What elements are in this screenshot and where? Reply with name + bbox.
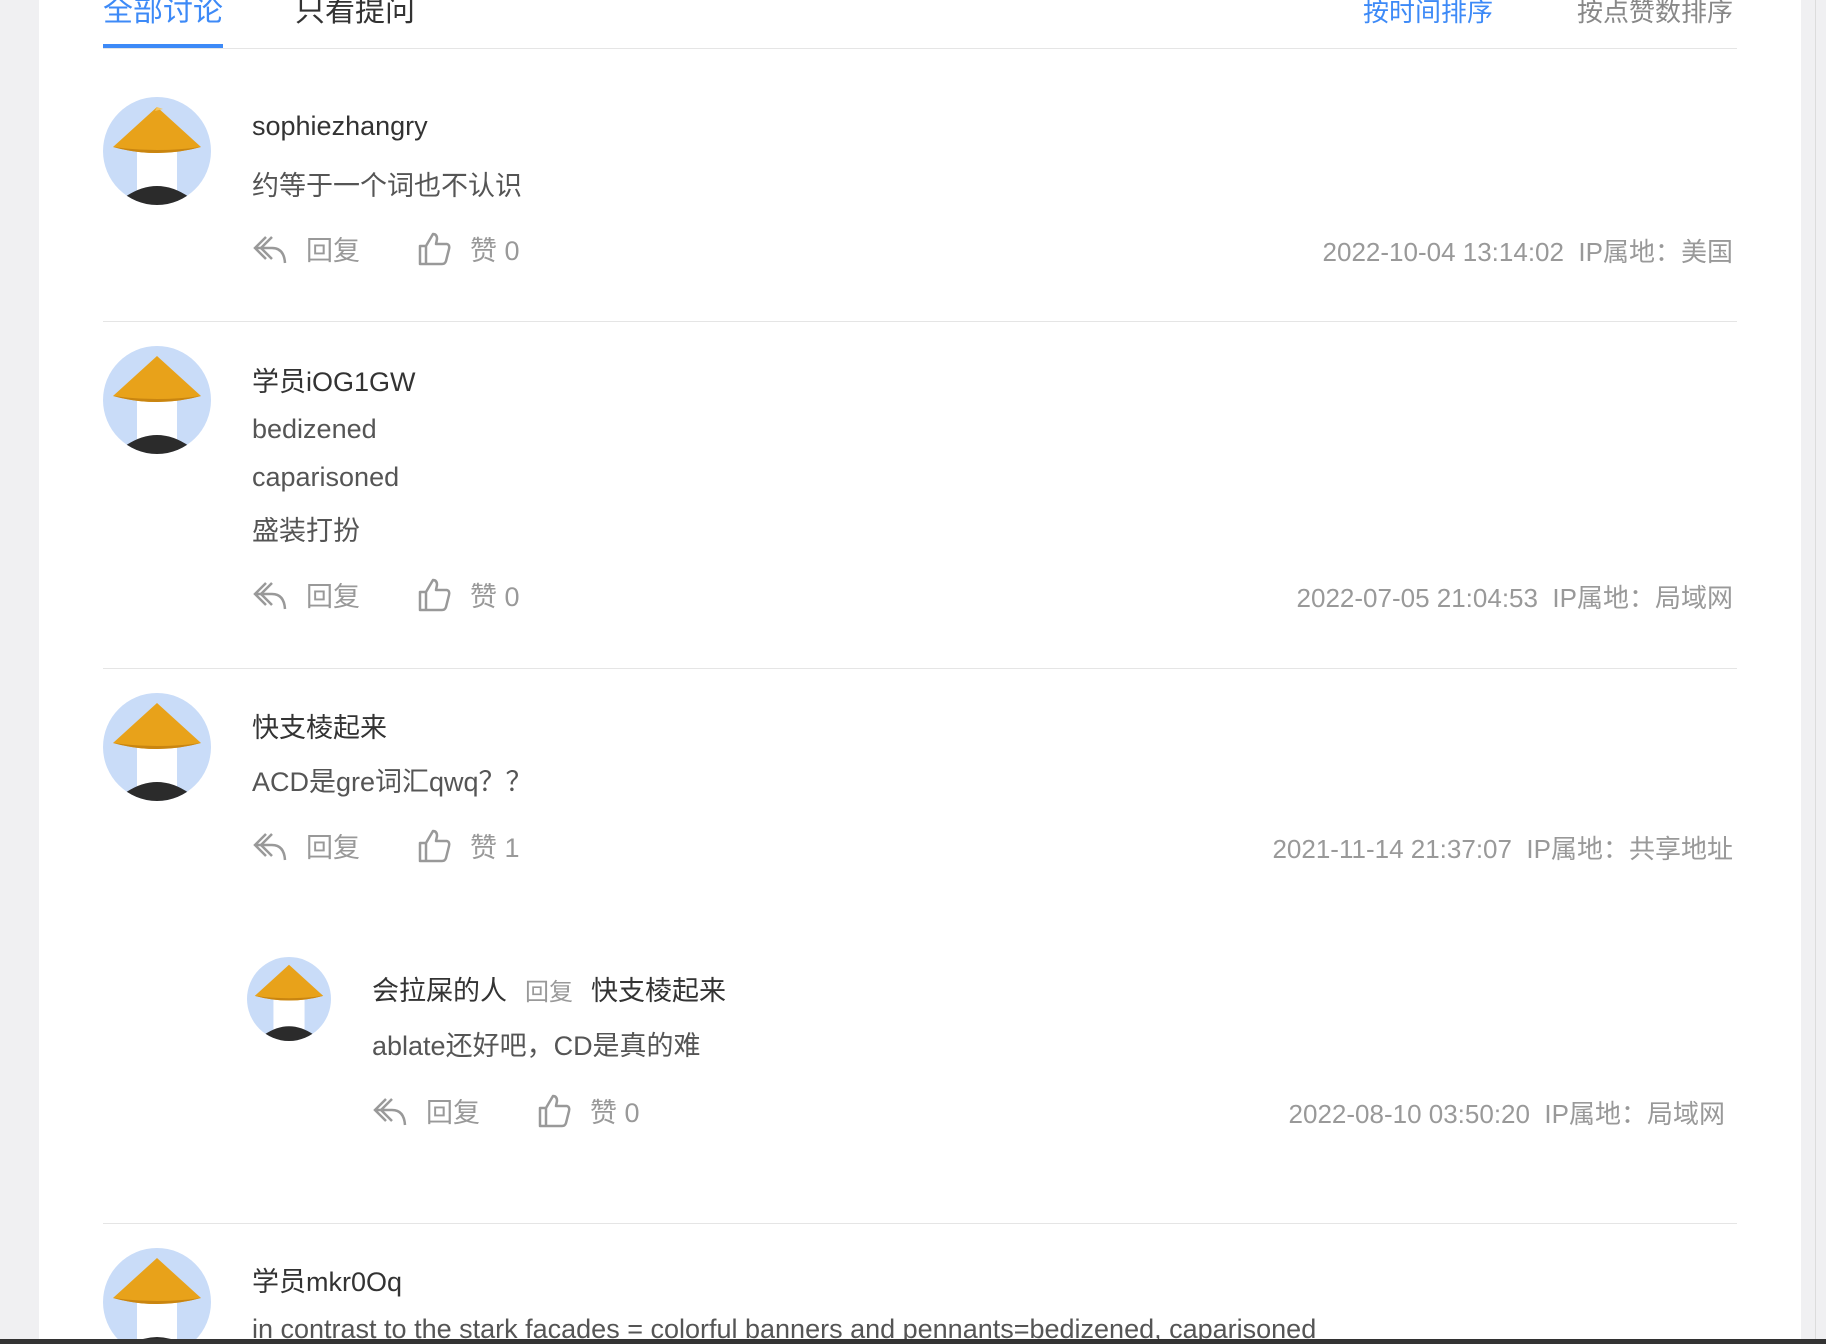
thumbs-up-icon — [538, 1094, 571, 1127]
timestamp: 2022-10-04 13:14:02 — [1322, 237, 1564, 267]
username[interactable]: 学员mkr0Oq — [252, 1260, 402, 1299]
comment-item: 学员iOG1GW bedizened caparisoned 盛装打扮 回复 赞… — [103, 322, 1737, 669]
comment-text: 约等于一个词也不认识 — [252, 171, 522, 201]
tab-questions-label: 只看提问 — [295, 0, 415, 28]
comment-text: caparisoned — [252, 462, 400, 492]
reply-button[interactable]: 回复 — [372, 1091, 480, 1130]
timestamp: 2021-11-14 21:37:07 — [1272, 834, 1512, 864]
ip-location: IP属地：局域网 — [1552, 583, 1733, 613]
comment-meta: 2021-11-14 21:37:07 IP属地：共享地址 — [1272, 829, 1733, 866]
like-button[interactable]: 赞 0 — [536, 1091, 640, 1130]
timestamp: 2022-08-10 03:50:20 — [1288, 1099, 1530, 1129]
reply-target-username[interactable]: 快支棱起来 — [591, 976, 726, 1006]
like-count: 赞 0 — [470, 236, 520, 266]
reply-button[interactable]: 回复 — [252, 826, 360, 865]
thumbs-up-icon — [418, 578, 451, 611]
thumbs-up-icon — [418, 232, 451, 265]
reply-label: 回复 — [426, 1098, 480, 1128]
straw-hat-avatar-icon — [113, 356, 201, 454]
straw-hat-avatar-icon — [254, 964, 324, 1041]
comment-meta: 2022-07-05 21:04:53 IP属地：局域网 — [1297, 578, 1733, 615]
reply-arrow-icon — [253, 581, 287, 609]
like-count: 赞 1 — [470, 833, 520, 863]
reply-button[interactable]: 回复 — [252, 229, 360, 268]
like-button[interactable]: 赞 0 — [416, 575, 520, 614]
comment-item: 学员mkr0Oq in contrast to the stark facade… — [103, 1224, 1737, 1344]
reply-button[interactable]: 回复 — [252, 575, 360, 614]
reply-label: 回复 — [306, 236, 360, 266]
straw-hat-avatar-icon — [113, 1258, 201, 1344]
username[interactable]: 快支棱起来 — [252, 706, 387, 745]
username[interactable]: 学员iOG1GW — [252, 360, 416, 399]
like-count: 赞 0 — [470, 582, 520, 612]
scrollbar-track — [1815, 0, 1816, 1339]
comment-meta: 2022-10-04 13:14:02 IP属地：美国 — [1323, 232, 1733, 269]
timestamp: 2022-07-05 21:04:53 — [1296, 583, 1538, 613]
comment-text: 盛装打扮 — [252, 516, 360, 546]
like-count: 赞 0 — [590, 1098, 640, 1128]
comment-text: ACD是gre词汇qwq？？ — [252, 767, 533, 797]
straw-hat-avatar-icon — [113, 107, 201, 205]
ip-location: IP属地：美国 — [1578, 237, 1733, 267]
avatar[interactable] — [103, 346, 211, 454]
avatar[interactable] — [247, 957, 331, 1041]
reply-text: ablate还好吧，CD是真的难 — [372, 1031, 701, 1061]
straw-hat-avatar-icon — [113, 703, 201, 801]
ip-location: IP属地：共享地址 — [1526, 834, 1733, 864]
tab-questions-only[interactable]: 只看提问 — [295, 0, 415, 46]
bottom-edge-bar — [0, 1339, 1826, 1344]
comment-item: sophiezhangry 约等于一个词也不认识 回复 赞 0 2022-10-… — [103, 48, 1737, 322]
comment-item: 快支棱起来 ACD是gre词汇qwq？？ 回复 赞 1 2021-11-14 2… — [103, 669, 1737, 1224]
reply-to-label: 回复 — [525, 979, 573, 1006]
ip-location: IP属地：局域网 — [1544, 1099, 1725, 1129]
reply-meta: 2022-08-10 03:50:20 IP属地：局域网 — [1289, 1094, 1725, 1131]
reply-label: 回复 — [306, 582, 360, 612]
avatar[interactable] — [103, 1248, 211, 1344]
avatar[interactable] — [103, 97, 211, 205]
reply-label: 回复 — [306, 833, 360, 863]
discussion-panel: 全部讨论 只看提问 按时间排序 按点赞数排序 sophiezhangry 约等于… — [39, 0, 1801, 1344]
username[interactable]: sophiezhangry — [252, 111, 428, 142]
like-button[interactable]: 赞 1 — [416, 826, 520, 865]
like-button[interactable]: 赞 0 — [416, 229, 520, 268]
thumbs-up-icon — [418, 829, 451, 862]
sort-by-time-link[interactable]: 按时间排序 — [1363, 0, 1493, 36]
reply-header: 会拉屎的人 回复 快支棱起来 — [372, 969, 726, 1008]
reply-arrow-icon — [373, 1097, 407, 1125]
scrollbar[interactable] — [1806, 0, 1826, 1339]
reply-arrow-icon — [253, 832, 287, 860]
reply-arrow-icon — [253, 235, 287, 263]
tab-all-label: 全部讨论 — [103, 0, 223, 28]
reply-username[interactable]: 会拉屎的人 — [372, 976, 507, 1006]
sort-by-likes-link[interactable]: 按点赞数排序 — [1577, 0, 1733, 36]
avatar[interactable] — [103, 693, 211, 801]
comment-text: bedizened — [252, 414, 377, 444]
tab-all-discussions[interactable]: 全部讨论 — [103, 0, 223, 48]
tab-bar: 全部讨论 只看提问 按时间排序 按点赞数排序 — [103, 0, 1737, 49]
